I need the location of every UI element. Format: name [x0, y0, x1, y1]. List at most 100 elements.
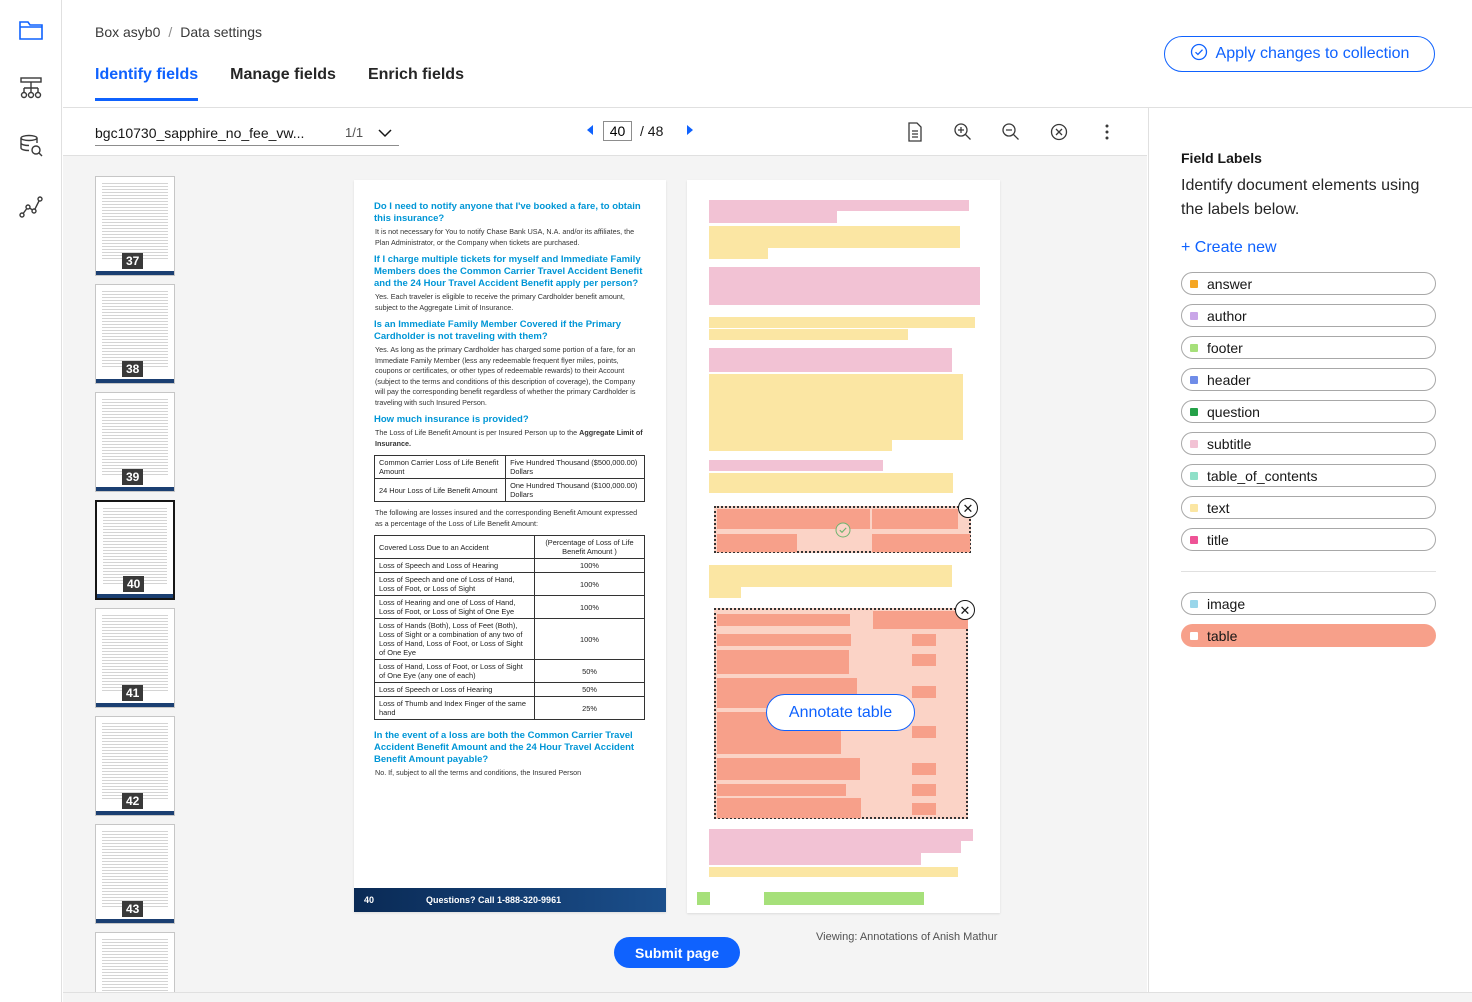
page-thumbnail[interactable]: 38: [95, 284, 175, 384]
footer-annotation[interactable]: [764, 892, 924, 905]
hierarchy-icon[interactable]: [17, 74, 45, 102]
label-name: author: [1207, 307, 1247, 324]
table-row: Loss of Speech or Loss of Hearing 50%: [374, 682, 645, 697]
breadcrumb-item-data-settings[interactable]: Data settings: [180, 24, 262, 40]
page-thumbnail[interactable]: 43: [95, 824, 175, 924]
table-annotation-selected[interactable]: [714, 506, 971, 553]
label-name: question: [1207, 403, 1260, 420]
zoom-in-icon[interactable]: [951, 120, 975, 144]
doc-footer-text: Questions? Call 1-888-320-9961: [426, 895, 562, 905]
subtitle-annotation[interactable]: [709, 841, 961, 853]
remove-annotation-close-icon[interactable]: ✕: [958, 498, 978, 518]
text-annotation[interactable]: [709, 317, 975, 328]
thumbnail-page-number: 37: [122, 253, 144, 269]
subtitle-annotation[interactable]: [709, 348, 952, 372]
data-search-icon[interactable]: [17, 132, 45, 160]
thumbnail-page-number: 42: [122, 793, 144, 809]
doc-answer-text: The Loss of Life Benefit Amount is per I…: [375, 428, 578, 437]
label-color-swatch: [1190, 311, 1198, 320]
remove-annotation-close-icon[interactable]: ✕: [955, 600, 975, 620]
text-annotation[interactable]: [709, 248, 768, 259]
text-annotation[interactable]: [709, 867, 958, 877]
tab-enrich-fields[interactable]: Enrich fields: [368, 66, 464, 101]
label-author[interactable]: author: [1181, 304, 1436, 327]
subtitle-annotation[interactable]: [709, 460, 883, 471]
file-dropdown[interactable]: bgc10730_sapphire_no_fee_vw... 1/1: [95, 120, 399, 146]
page-number-input[interactable]: [603, 121, 632, 141]
label-table-of-contents[interactable]: table_of_contents: [1181, 464, 1436, 487]
apply-changes-button[interactable]: Apply changes to collection: [1164, 36, 1435, 72]
page-thumbnail-selected[interactable]: 40: [95, 500, 175, 600]
check-circle-icon: [1190, 43, 1208, 66]
page-thumbnail[interactable]: [95, 932, 175, 992]
label-name: subtitle: [1207, 435, 1252, 452]
label-answer[interactable]: answer: [1181, 272, 1436, 295]
doc-paragraph: The following are losses insured and the…: [375, 508, 638, 528]
label-subtitle[interactable]: subtitle: [1181, 432, 1436, 455]
text-annotation[interactable]: [709, 565, 952, 587]
table-cell-annotation: [912, 803, 936, 815]
document-toolbar: bgc10730_sapphire_no_fee_vw... 1/1 / 48: [63, 108, 1147, 156]
subtitle-annotation[interactable]: [709, 829, 973, 841]
document-page: Do I need to notify anyone that I've boo…: [354, 180, 666, 912]
page-thumbnail[interactable]: 41: [95, 608, 175, 708]
label-name: text: [1207, 499, 1230, 516]
table-cell-annotation: [717, 534, 797, 552]
clear-annotations-icon[interactable]: [1047, 120, 1071, 144]
page-thumbnail[interactable]: 39: [95, 392, 175, 492]
text-annotation[interactable]: [709, 587, 741, 598]
subtitle-annotation[interactable]: [709, 200, 969, 211]
label-color-swatch: [1190, 503, 1198, 512]
breadcrumb: Box asyb0 / Data settings: [95, 24, 262, 40]
overflow-menu-icon[interactable]: [1095, 120, 1119, 144]
breadcrumb-separator: /: [168, 24, 173, 40]
submit-page-button[interactable]: Submit page: [614, 937, 740, 968]
doc-footer: 40 Questions? Call 1-888-320-9961: [354, 888, 666, 912]
breadcrumb-item-box[interactable]: Box asyb0: [95, 24, 160, 40]
viewing-annotations-text: Viewing: Annotations of Anish Mathur: [816, 931, 998, 943]
label-footer[interactable]: footer: [1181, 336, 1436, 359]
check-circle-icon: [835, 522, 851, 543]
label-image[interactable]: image: [1181, 592, 1436, 615]
page-thumbnail[interactable]: 42: [95, 716, 175, 816]
document-view-icon[interactable]: [903, 120, 927, 144]
bottom-strip: [63, 992, 1472, 1002]
folder-icon[interactable]: [17, 16, 45, 44]
subtitle-annotation[interactable]: [709, 853, 921, 865]
table-cell: Loss of Hand, Loss of Foot, or Loss of S…: [374, 659, 535, 683]
text-annotation[interactable]: [709, 440, 892, 451]
text-annotation[interactable]: [709, 226, 960, 248]
label-color-swatch: [1190, 439, 1198, 448]
zoom-out-icon[interactable]: [999, 120, 1023, 144]
doc-question: How much insurance is provided?: [374, 414, 529, 425]
table-cell: 50%: [534, 659, 645, 683]
text-annotation[interactable]: [709, 329, 908, 340]
line-chart-icon[interactable]: [17, 192, 45, 220]
subtitle-annotation[interactable]: [709, 211, 837, 223]
page-thumbnail[interactable]: 37: [95, 176, 175, 276]
page-navigator: / 48: [585, 121, 695, 141]
tab-identify-fields[interactable]: Identify fields: [95, 66, 199, 101]
label-header[interactable]: header: [1181, 368, 1436, 391]
text-annotation[interactable]: [709, 473, 953, 493]
table-cell-annotation: [717, 784, 846, 796]
annotation-canvas[interactable]: ✕ ✕ Annotate table: [687, 180, 1000, 913]
page-total: / 48: [640, 123, 664, 139]
footer-annotation[interactable]: [697, 892, 710, 905]
label-table-selected[interactable]: table: [1181, 624, 1436, 647]
previous-page-icon[interactable]: [585, 123, 595, 139]
text-annotation[interactable]: [709, 374, 963, 440]
label-name: header: [1207, 371, 1251, 388]
doc-question: In the event of a loss are both the Comm…: [374, 730, 635, 765]
create-new-label-link[interactable]: + Create new: [1181, 239, 1277, 257]
label-title[interactable]: title: [1181, 528, 1436, 551]
label-text[interactable]: text: [1181, 496, 1436, 519]
table-cell: 100%: [534, 618, 645, 660]
subtitle-annotation[interactable]: [709, 267, 980, 305]
tab-manage-fields[interactable]: Manage fields: [230, 66, 336, 101]
label-color-swatch: [1190, 631, 1198, 640]
annotate-table-button[interactable]: Annotate table: [766, 694, 915, 731]
next-page-icon[interactable]: [685, 123, 695, 139]
table-row: Loss of Speech and Loss of Hearing 100%: [374, 558, 645, 573]
label-question[interactable]: question: [1181, 400, 1436, 423]
